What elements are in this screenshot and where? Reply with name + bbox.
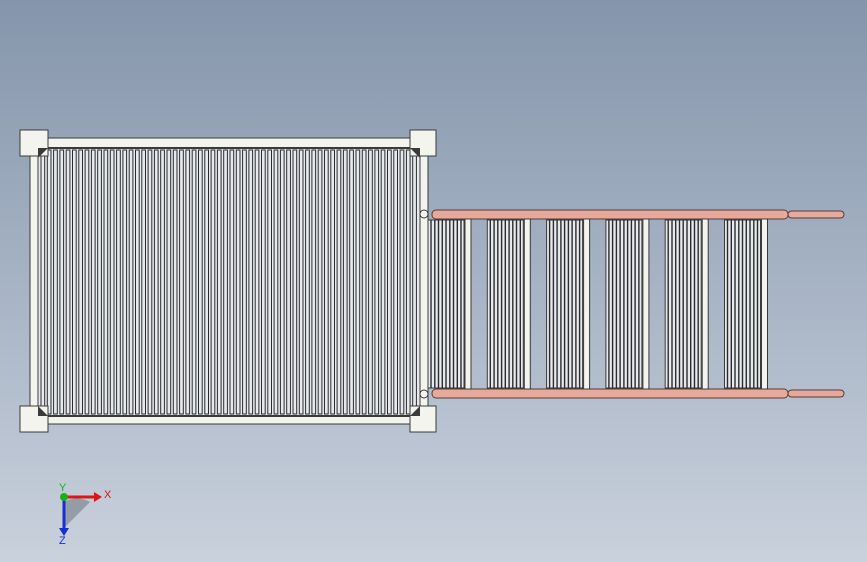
large-panel-fin xyxy=(204,149,210,415)
large-panel-fin xyxy=(229,149,235,415)
y-axis-dot xyxy=(60,493,68,501)
large-panel-fin xyxy=(235,149,241,415)
large-panel-fin xyxy=(267,149,272,415)
large-panel-fin xyxy=(248,149,254,415)
small-panel xyxy=(546,218,591,390)
x-axis-arrowhead xyxy=(94,492,102,502)
corner-bracket-top-right xyxy=(409,129,437,158)
large-panel-fin xyxy=(122,149,128,415)
large-panel-fin xyxy=(298,149,304,415)
large-panel-fin xyxy=(292,149,298,415)
large-panel-fin xyxy=(242,149,247,415)
large-panel-fin xyxy=(210,149,216,415)
large-panel-fin xyxy=(153,149,159,415)
large-panel-fin xyxy=(261,149,266,415)
heat-exchanger-model[interactable] xyxy=(0,0,867,562)
large-panel-fin xyxy=(109,149,115,415)
large-panel-fin xyxy=(53,149,58,415)
large-panel-fin xyxy=(317,149,323,415)
large-panel-fin xyxy=(78,149,84,415)
large-panel-fin xyxy=(374,149,380,415)
small-panel xyxy=(664,218,709,390)
large-panel-fin xyxy=(147,149,153,415)
large-panel-fin xyxy=(172,149,178,415)
large-panel-fin xyxy=(185,149,191,415)
large-panel-fin xyxy=(216,149,222,415)
large-panel-fin xyxy=(330,149,335,415)
large-panel-fin xyxy=(97,149,102,415)
cad-graphics-viewport[interactable]: X Y Z xyxy=(0,0,867,562)
large-panel-fin xyxy=(116,149,121,415)
y-axis-label: Y xyxy=(59,482,67,494)
large-panel-fin xyxy=(380,149,386,415)
z-axis-label: Z xyxy=(59,535,66,546)
top-header-pipe xyxy=(431,209,845,220)
large-panel-fin xyxy=(393,149,398,415)
large-panel-fin xyxy=(72,149,77,415)
large-panel-fin xyxy=(84,149,90,415)
large-panel-fin xyxy=(166,149,172,415)
small-modules[interactable] xyxy=(419,209,845,399)
large-panel-fin xyxy=(399,149,405,415)
small-panel xyxy=(486,218,531,390)
small-panel xyxy=(427,218,472,390)
large-panel-fin xyxy=(305,149,310,415)
triad-shadow-arc xyxy=(64,498,90,528)
large-panel-fin xyxy=(191,149,197,415)
large-panel-fin xyxy=(349,149,354,415)
large-panel-fin xyxy=(160,149,165,415)
large-panel-fin xyxy=(324,149,329,415)
large-panel-fin xyxy=(279,149,285,415)
large-panel-fin xyxy=(46,149,52,415)
large-panel-fin xyxy=(128,149,134,415)
large-panel-fin xyxy=(342,149,348,415)
large-panel-fin xyxy=(198,149,203,415)
large-panel-fin xyxy=(361,149,367,415)
small-panel xyxy=(724,218,768,390)
large-panel[interactable] xyxy=(19,129,437,433)
large-panel-fin xyxy=(273,149,279,415)
large-panel-fin xyxy=(412,149,417,415)
large-panel-fin xyxy=(286,149,291,415)
large-panel-fin xyxy=(59,149,65,415)
large-panel-fin xyxy=(387,149,392,415)
small-panel-row xyxy=(427,218,768,390)
large-panel-fin xyxy=(179,149,184,415)
large-panel-fin xyxy=(40,149,46,415)
bottom-header-pipe xyxy=(431,388,845,399)
x-axis-label: X xyxy=(104,489,112,501)
large-panel-fin xyxy=(368,149,373,415)
large-panel-fin xyxy=(90,149,96,415)
large-panel-fin xyxy=(223,149,228,415)
large-panel-fin xyxy=(65,149,71,415)
corner-bracket-bottom-left xyxy=(19,405,49,433)
large-panel-fin xyxy=(355,149,361,415)
large-panel-fin xyxy=(103,149,109,415)
corner-bracket-top-left xyxy=(19,129,49,158)
large-panel-fin xyxy=(254,149,260,415)
large-panel-fin xyxy=(336,149,342,415)
corner-bracket-bottom-right xyxy=(409,405,437,433)
large-panel-fin xyxy=(141,149,147,415)
large-panel-fin xyxy=(135,149,140,415)
large-panel-fin xyxy=(311,149,317,415)
coordinate-triad: X Y Z xyxy=(59,482,112,546)
large-panel-fin xyxy=(405,149,411,415)
small-panel xyxy=(605,218,650,390)
